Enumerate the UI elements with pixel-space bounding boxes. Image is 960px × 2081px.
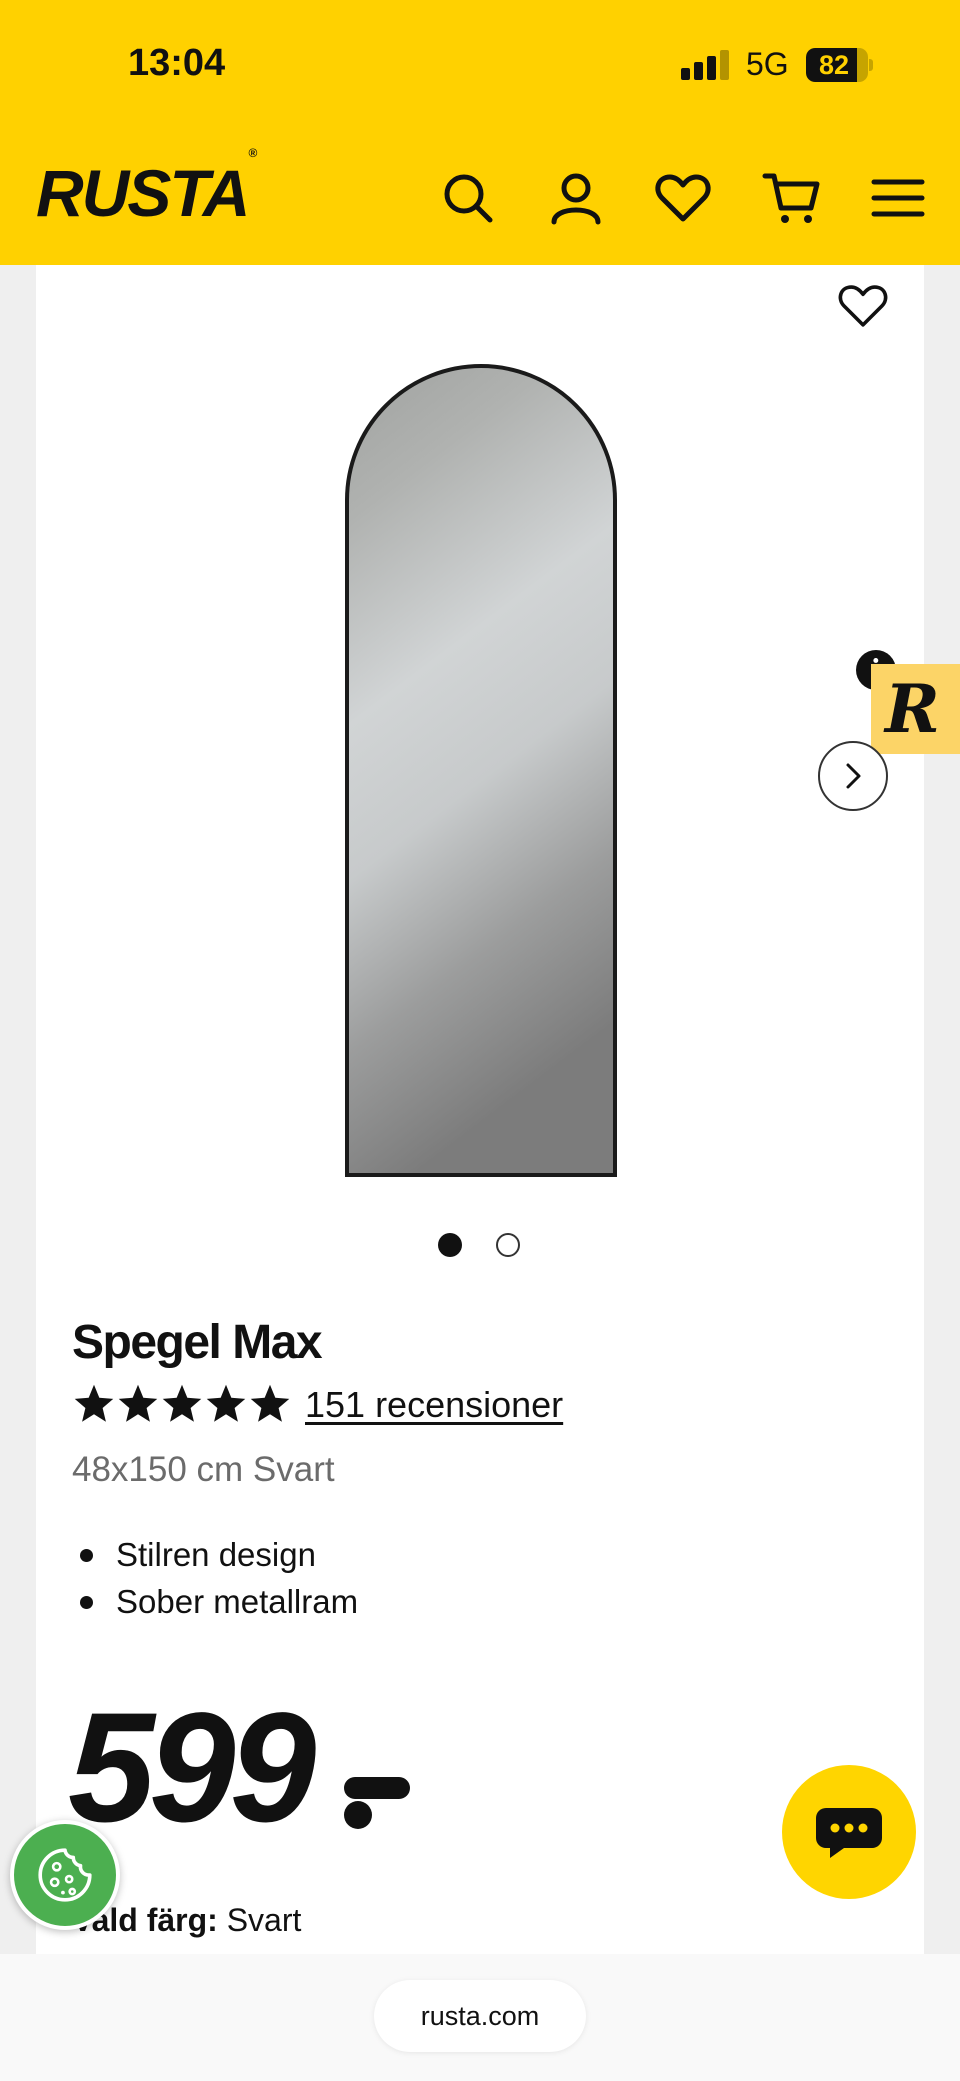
rusta-logo[interactable]: RUSTA® [36,147,257,226]
logo-mark: ® [248,146,257,160]
chat-button[interactable] [782,1765,916,1899]
rating-stars [72,1382,292,1430]
header-bar: 13:04 5G 82 RUSTA® [0,0,960,265]
signal-icon [681,50,731,80]
chat-icon [816,1808,882,1858]
favorites-icon[interactable] [653,168,713,228]
r-widget-badge[interactable]: R [871,664,960,754]
cart-icon[interactable] [762,168,822,228]
star-icon [162,1384,202,1422]
star-icon [118,1384,158,1422]
logo-text: RUSTA [36,156,250,230]
add-to-favorites-button[interactable] [836,279,890,333]
image-pagination [438,1233,524,1257]
cookie-icon [38,1848,92,1902]
product-subtitle: 48x150 cm Svart [72,1450,335,1489]
chevron-right-icon [846,763,861,789]
heart-icon [838,285,888,327]
product-title: Spegel Max [72,1316,323,1369]
network-type: 5G [746,46,789,82]
menu-icon[interactable] [868,168,928,228]
reviews-link[interactable]: 151 recensioner [305,1384,563,1426]
product-image[interactable] [344,363,618,1178]
search-icon[interactable] [438,168,498,228]
status-time: 13:04 [128,42,226,84]
star-icon [206,1384,246,1422]
url-bar[interactable]: rusta.com [374,1980,586,2052]
star-icon [74,1384,114,1422]
battery-icon: 82 [806,48,874,82]
cookie-settings-button[interactable] [10,1820,120,1930]
pagination-dot-2[interactable] [496,1233,520,1257]
star-icon [250,1384,290,1422]
feature-list: Stilren design Sober metallram [72,1536,358,1630]
price-dash [344,1777,410,1799]
product-price: 599 [68,1681,316,1855]
account-icon[interactable] [546,168,606,228]
next-image-button[interactable] [818,741,888,811]
feature-item: Sober metallram [72,1583,358,1630]
page: 13:04 5G 82 RUSTA® R Spegel Max 151 rece… [0,0,960,2081]
price-dot [344,1801,372,1829]
r-badge-letter: R [885,670,940,748]
battery-level: 82 [818,50,850,80]
selected-color-value: Svart [226,1902,302,1938]
feature-item: Stilren design [72,1536,358,1583]
pagination-dot-1[interactable] [438,1233,462,1257]
